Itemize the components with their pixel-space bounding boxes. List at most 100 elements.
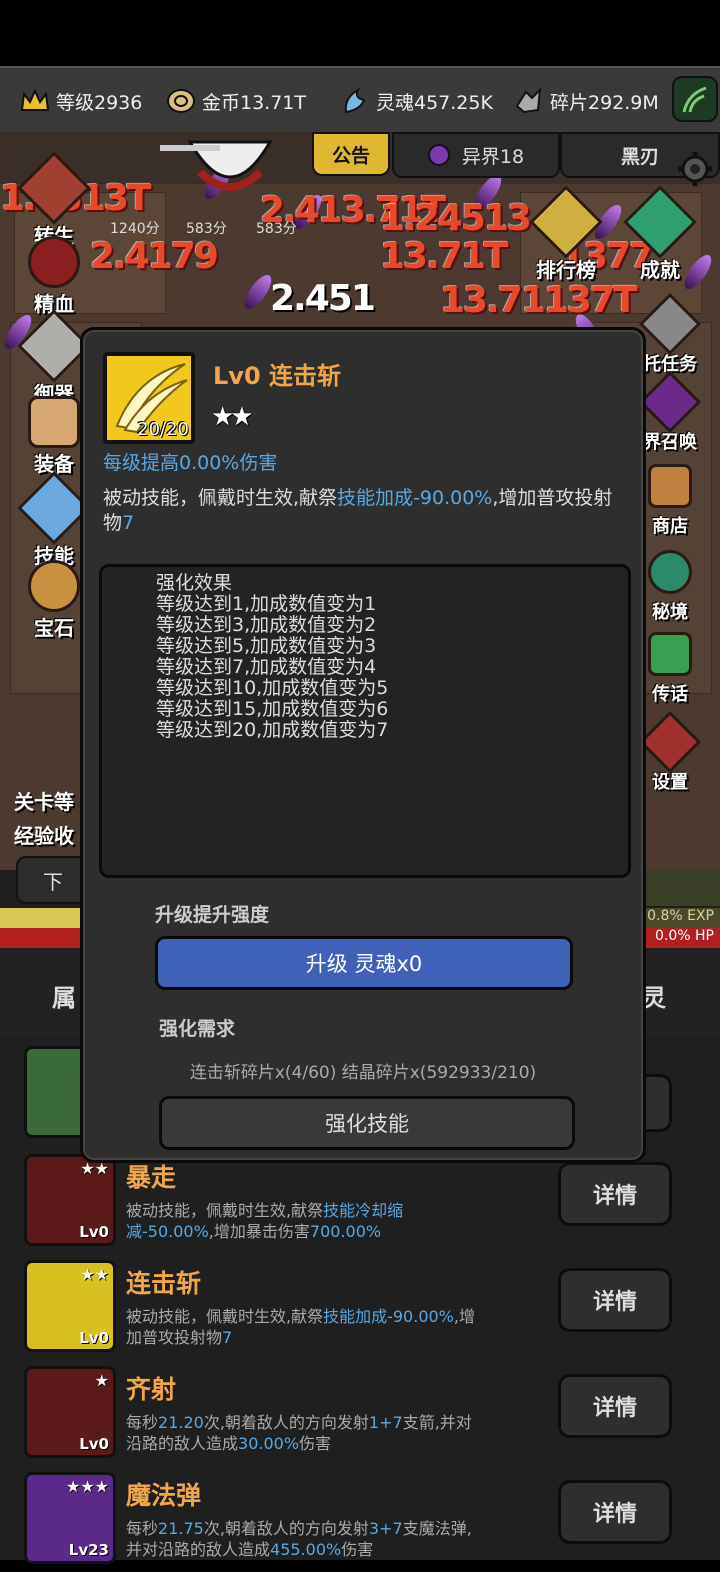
desc-text: 次,朝着敌人的方向发射 [203, 1519, 369, 1538]
portal-icon [648, 550, 692, 594]
megaphone-icon [648, 632, 692, 676]
skill-stars: ★ [94, 1371, 109, 1390]
skill-name: 连击斩 [126, 1269, 202, 1298]
summon-icon [638, 370, 702, 434]
level-text: 等级2936 [56, 91, 143, 114]
magic-bolt-icon: ★★★ Lv23 [24, 1472, 116, 1564]
upgrade-button[interactable]: 升级 灵魂x0 [155, 936, 573, 990]
skill-name: 魔法弹 [126, 1481, 202, 1510]
requirement-section-title: 强化需求 [159, 1018, 236, 1040]
desc-highlight: 3+7 [368, 1519, 403, 1538]
desc-text: ,增加暴击伤害 [208, 1222, 310, 1241]
portal-icon [427, 144, 450, 166]
requirement-text: 连击斩碎片x(4/60) 结晶碎片x(592933/210) [189, 1063, 537, 1083]
effect-line: 等级达到20,加成数值变为7 [156, 719, 389, 741]
armor-icon [28, 396, 80, 448]
effect-line: 等级达到1,加成数值变为1 [156, 593, 377, 615]
tab-otherworld[interactable]: 异界18 [392, 132, 560, 178]
shop-icon [648, 464, 692, 508]
desc-highlight: 1+7 [368, 1413, 403, 1432]
modal-description: 被动技能，佩戴时生效,献祭技能加成-90.00%,增加普攻投射物7 [103, 486, 623, 536]
upgrade-section-title: 升级提升强度 [155, 904, 270, 926]
soul-text: 灵魂457.25K [376, 91, 493, 114]
desc-text: 每秒 [126, 1519, 159, 1538]
exp-label: 经验收 [14, 824, 74, 848]
skill-description: 每秒21.20次,朝着敌人的方向发射1+7支箭,并对沿路的敌人造成30.00%伤… [126, 1412, 486, 1454]
menu-blood[interactable]: 精血 [14, 236, 94, 317]
gold-text: 金币13.71T [202, 91, 306, 114]
score-label: 583分 [186, 221, 227, 237]
exp-percent: 0.8% EXP [647, 908, 714, 924]
desc-text: 被动技能，佩戴时生效,献祭 [126, 1307, 324, 1326]
effect-line: 等级达到3,加成数值变为2 [156, 614, 377, 636]
hp-percent: 0.0% HP [655, 928, 714, 944]
soul-icon [340, 86, 370, 116]
menu-achievement[interactable]: 成就 [620, 185, 700, 283]
slash-skill-icon: ★★ Lv0 [24, 1260, 116, 1352]
desc-highlight: 30.00% [238, 1434, 300, 1453]
detail-label: 详情 [592, 1396, 637, 1421]
desc-text: 伤害 [299, 1434, 332, 1453]
signal-icon [682, 86, 707, 113]
desc-highlight: 21.75 [158, 1519, 204, 1538]
skill-stars: ★★ [80, 1265, 109, 1284]
desc-highlight: 455.00% [270, 1540, 342, 1559]
effect-line: 等级达到7,加成数值变为4 [156, 656, 377, 678]
desc-highlight: 7 [122, 512, 135, 534]
score-label: 1240分 [110, 221, 160, 237]
detail-button[interactable]: 详情 [558, 1374, 672, 1438]
desc-text: 每秒 [126, 1413, 159, 1432]
status-bar [0, 0, 720, 66]
gem-icon [28, 560, 80, 612]
axe-icon [160, 132, 300, 198]
tab-blackblade-label: 黑刃 [620, 145, 659, 168]
list-item: ★ Lv0 齐射 每秒21.20次,朝着敌人的方向发射1+7支箭,并对沿路的敌人… [0, 1366, 720, 1466]
resource-shard: 碎片292.9M [514, 84, 659, 118]
resource-bar: 等级2936 金币13.71T 灵魂457.25K 碎片292.9M [0, 66, 720, 134]
resource-soul: 灵魂457.25K [340, 84, 493, 118]
effect-line: 等级达到10,加成数值变为5 [156, 677, 389, 699]
effect-line: 等级达到5,加成数值变为3 [156, 635, 377, 657]
coin-icon [166, 86, 196, 116]
down-button[interactable]: 下 [16, 856, 90, 904]
down-label: 下 [43, 869, 63, 894]
list-item: ★★ Lv0 连击斩 被动技能，佩戴时生效,献祭技能加成-90.00%,增加普攻… [0, 1260, 720, 1360]
stage-label: 关卡等 [14, 790, 74, 814]
detail-label: 详情 [592, 1502, 637, 1527]
exp-bar-fill [0, 908, 80, 928]
blood-icon [28, 236, 80, 288]
skill-description: 被动技能，佩戴时生效,献祭技能冷却缩减-50.00%,增加暴击伤害700.00% [126, 1200, 486, 1242]
resource-level: 等级2936 [20, 84, 142, 118]
per-level-bonus: 每级提高0.00%伤害 [103, 452, 278, 474]
desc-text: 次,朝着敌人的方向发射 [203, 1413, 369, 1432]
tab-notice[interactable]: 公告 [312, 132, 390, 176]
desc-highlight: 技能加成-90.00% [323, 1307, 454, 1326]
detail-button[interactable]: 详情 [558, 1268, 672, 1332]
resource-gold: 金币13.71T [166, 84, 306, 118]
desc-highlight: 700.00% [309, 1222, 382, 1241]
tab-attributes[interactable]: 属 [52, 978, 76, 1013]
star-rating: ★★ [211, 402, 254, 432]
slash-skill-icon: 20/20 [103, 352, 195, 444]
skill-name: 齐射 [126, 1375, 177, 1404]
signal-button[interactable] [672, 76, 718, 122]
detail-label: 详情 [592, 1290, 637, 1315]
menu-ranking[interactable]: 排行榜 [526, 185, 606, 283]
upgrade-button-label: 升级 灵魂x0 [305, 952, 423, 976]
desc-highlight: 7 [222, 1328, 233, 1347]
skill-level: Lv0 [79, 1223, 109, 1241]
rebirth-icon [17, 151, 91, 225]
axe-skill-icon: ★★ Lv0 [24, 1154, 116, 1246]
detail-button[interactable]: 详情 [558, 1480, 672, 1544]
modal-title: Lv0 连击斩 [213, 362, 341, 390]
skill-level: Lv0 [79, 1329, 109, 1347]
damage-number: 13.71T [380, 236, 508, 277]
detail-button[interactable]: 详情 [558, 1162, 672, 1226]
gear-icon[interactable] [676, 150, 714, 188]
tab-otherworld-label: 异界18 [461, 145, 525, 168]
effects-title: 强化效果 [156, 572, 233, 594]
strengthen-button[interactable]: 强化技能 [159, 1096, 575, 1150]
desc-highlight: 21.20 [158, 1413, 204, 1432]
star-icon [623, 185, 697, 259]
arrow-skill-icon: ★ Lv0 [24, 1366, 116, 1458]
